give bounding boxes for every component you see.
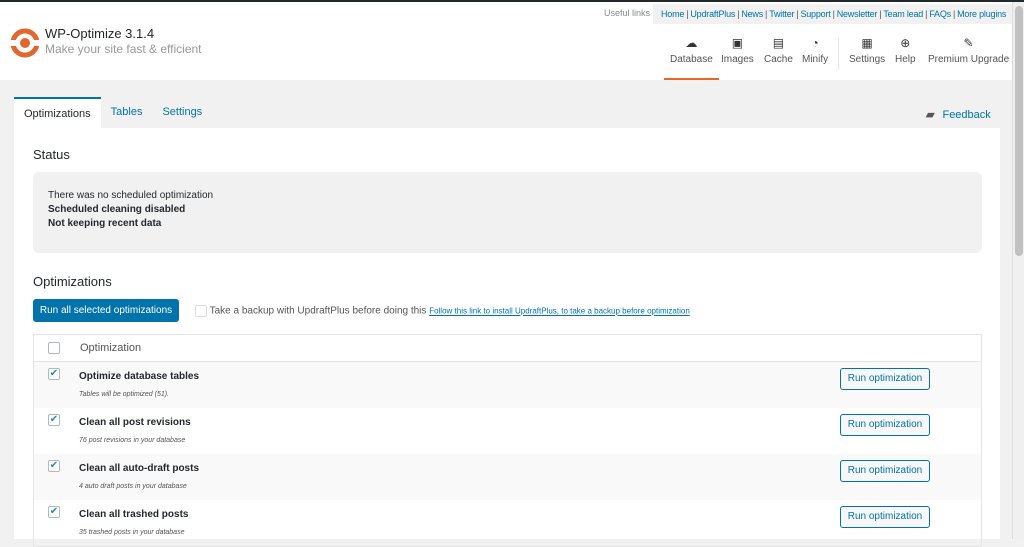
link-more-plugins[interactable]: More plugins	[957, 9, 1006, 19]
row-name: Optimize database tables	[79, 371, 200, 382]
table-row: ✔ Optimize database tables Tables will be …	[34, 362, 981, 408]
tab-optimizations[interactable]: Optimizations	[14, 97, 101, 128]
row-checkbox[interactable]: ✔	[48, 368, 60, 380]
lifebuoy-icon: ⊕	[900, 36, 911, 50]
wp-optimize-logo	[10, 28, 40, 58]
status-line: Scheduled cleaning disabled	[48, 204, 186, 215]
plug-icon: ✎	[963, 36, 974, 50]
nav-cache[interactable]: ▤ Cache	[764, 36, 793, 65]
feedback-link[interactable]: ▰ Feedback	[926, 108, 991, 121]
nav-images[interactable]: ▣ Images	[721, 36, 754, 65]
link-twitter[interactable]: Twitter	[769, 9, 794, 19]
header: WP-Optimize 3.1.4 Make your site fast & …	[0, 2, 1012, 80]
link-newsletter[interactable]: Newsletter	[837, 9, 878, 19]
run-optimization-button[interactable]: Run optimization	[840, 414, 930, 436]
link-faqs[interactable]: FAQs	[929, 9, 951, 19]
optimizations-heading: Optimizations	[33, 274, 112, 289]
nav-label: Cache	[764, 54, 793, 65]
settings-icon: ▦	[861, 36, 873, 50]
tab-bar: Optimizations Tables Settings	[14, 97, 212, 128]
nav-settings[interactable]: ▦ Settings	[849, 36, 885, 65]
backup-option: Take a backup with UpdraftPlus before do…	[195, 305, 690, 317]
nav-divider	[838, 38, 839, 70]
install-updraftplus-link[interactable]: Follow this link to install UpdraftPlus,…	[429, 307, 690, 316]
link-support[interactable]: Support	[800, 9, 830, 19]
row-name: Clean all trashed posts	[79, 509, 189, 520]
run-all-button[interactable]: Run all selected optimizations	[33, 299, 179, 322]
status-box: There was no scheduled optimization Sche…	[33, 172, 982, 253]
nav-minify[interactable]: ◔ Minify	[802, 36, 828, 65]
row-checkbox[interactable]: ✔	[48, 460, 60, 472]
table-row: ✔ Clean all auto-draft posts 4 auto draft …	[34, 454, 981, 500]
main-panel: Status There was no scheduled optimizati…	[14, 128, 1000, 547]
comment-icon: ▰	[926, 109, 935, 121]
row-name: Clean all auto-draft posts	[79, 463, 200, 474]
nav-database[interactable]: ☁ Database	[664, 36, 719, 80]
row-checkbox[interactable]: ✔	[48, 414, 60, 426]
nav-label: Minify	[802, 54, 829, 65]
backup-label: Take a backup with UpdraftPlus before do…	[209, 305, 427, 317]
status-line: There was no scheduled optimization	[48, 190, 214, 201]
nav-premium-upgrade[interactable]: ✎ Premium Upgrade	[928, 36, 1009, 65]
select-all-checkbox[interactable]	[48, 342, 60, 355]
tab-tables[interactable]: Tables	[101, 97, 153, 128]
optimizations-table: Optimization ✔ Optimize database tables Ta…	[33, 334, 982, 547]
link-team-lead[interactable]: Team lead	[883, 9, 923, 19]
table-header: Optimization	[34, 335, 981, 362]
scrollbar-thumb[interactable]	[1015, 6, 1023, 256]
nav-label: Premium Upgrade	[928, 54, 1010, 65]
run-optimization-button[interactable]: Run optimization	[840, 368, 930, 390]
images-icon: ▣	[731, 36, 744, 50]
row-info: 76 post revisions in your database	[79, 437, 186, 444]
useful-links-label: Useful links	[604, 8, 651, 18]
app-title: WP-Optimize 3.1.4	[45, 26, 155, 41]
row-info: 35 trashed posts in your database	[79, 529, 185, 536]
feedback-label: Feedback	[942, 109, 991, 121]
row-info: Tables will be optimized (51).	[79, 391, 170, 398]
backup-checkbox[interactable]	[195, 305, 207, 317]
row-name: Clean all post revisions	[79, 417, 191, 428]
nav-label: Images	[721, 54, 754, 65]
run-optimization-button[interactable]: Run optimization	[840, 460, 930, 482]
run-optimization-button[interactable]: Run optimization	[840, 506, 930, 528]
link-updraftplus[interactable]: UpdraftPlus	[690, 9, 735, 19]
row-checkbox[interactable]: ✔	[48, 506, 60, 518]
nav-label: Settings	[849, 54, 886, 65]
tab-settings[interactable]: Settings	[152, 97, 212, 128]
nav-label: Database	[670, 54, 713, 65]
table-row: ✔ Clean all post revisions 76 post revisio…	[34, 408, 981, 454]
nav-help[interactable]: ⊕ Help	[895, 36, 916, 65]
status-heading: Status	[33, 147, 70, 162]
cloud-icon: ☁	[685, 36, 698, 50]
status-line: Not keeping recent data	[48, 218, 162, 229]
link-news[interactable]: News	[741, 9, 763, 19]
archive-icon: ▤	[772, 36, 785, 50]
table-row: ✔ Clean all trashed posts 35 trashed posts…	[34, 500, 981, 546]
app-tagline: Make your site fast & efficient	[45, 42, 202, 56]
dashboard-icon: ◔	[811, 36, 819, 50]
column-optimization: Optimization	[80, 342, 142, 354]
vertical-scrollbar[interactable]	[1012, 2, 1024, 539]
nav-label: Help	[895, 54, 916, 65]
link-home[interactable]: Home	[661, 9, 684, 19]
useful-links: Home | UpdraftPlus | News | Twitter | Support | Ne…	[653, 4, 1012, 24]
row-info: 4 auto draft posts in your database	[79, 483, 187, 490]
